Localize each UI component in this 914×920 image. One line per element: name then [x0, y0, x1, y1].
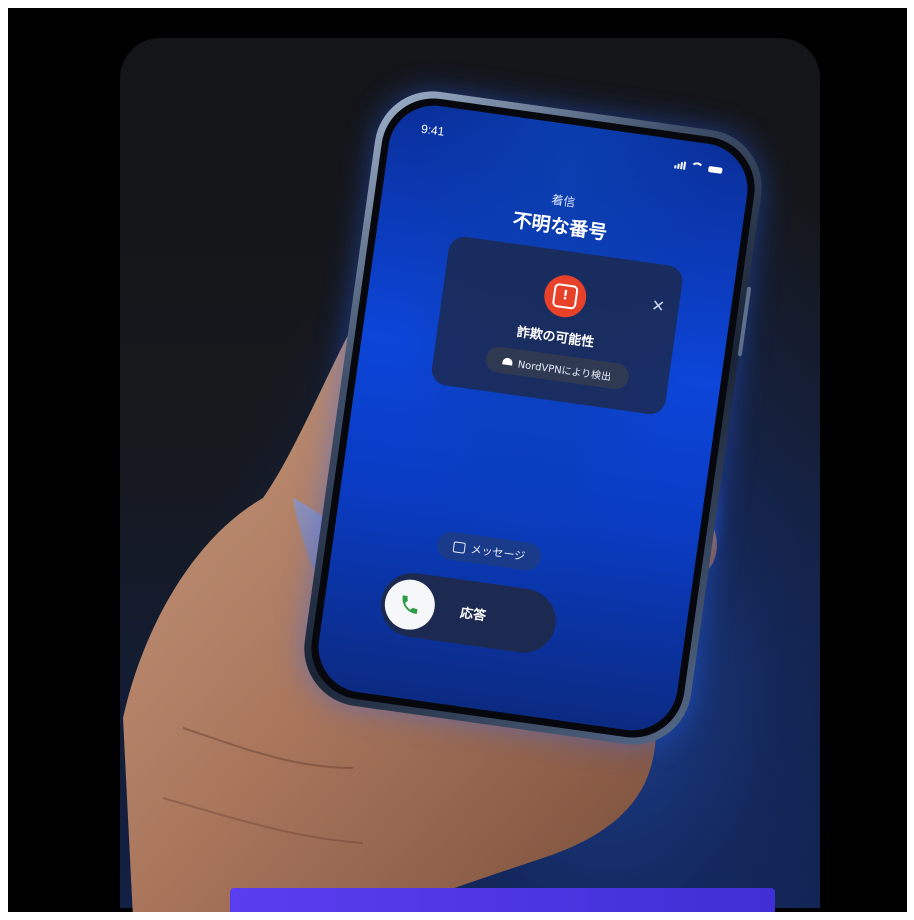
answer-label: 応答: [459, 605, 487, 625]
message-label: メッセージ: [469, 542, 526, 564]
phone-icon: [402, 595, 418, 614]
purple-footer-bar: [230, 888, 775, 912]
scam-alert-card: ! ✕ 詐欺の可能性 NordVPNにより検出: [429, 234, 685, 417]
message-icon: [452, 540, 466, 554]
photo-frame: 9:41 着信 不明な番号 ! ✕ 詐欺の可能性 NordVPNにより検出 メッ…: [8, 8, 907, 912]
answer-slider[interactable]: 応答: [376, 568, 560, 657]
signal-icon: [674, 160, 687, 170]
status-icons: [674, 159, 723, 175]
nordvpn-icon: [502, 356, 514, 366]
message-button[interactable]: メッセージ: [435, 530, 543, 573]
close-icon[interactable]: ✕: [650, 295, 666, 316]
detected-by-label: NordVPNにより検出: [517, 358, 612, 383]
wifi-icon: [689, 161, 705, 173]
battery-icon: [708, 165, 723, 174]
warning-octagon-icon: !: [541, 272, 589, 321]
answer-handle[interactable]: [381, 576, 439, 633]
status-time: 9:41: [420, 121, 446, 139]
